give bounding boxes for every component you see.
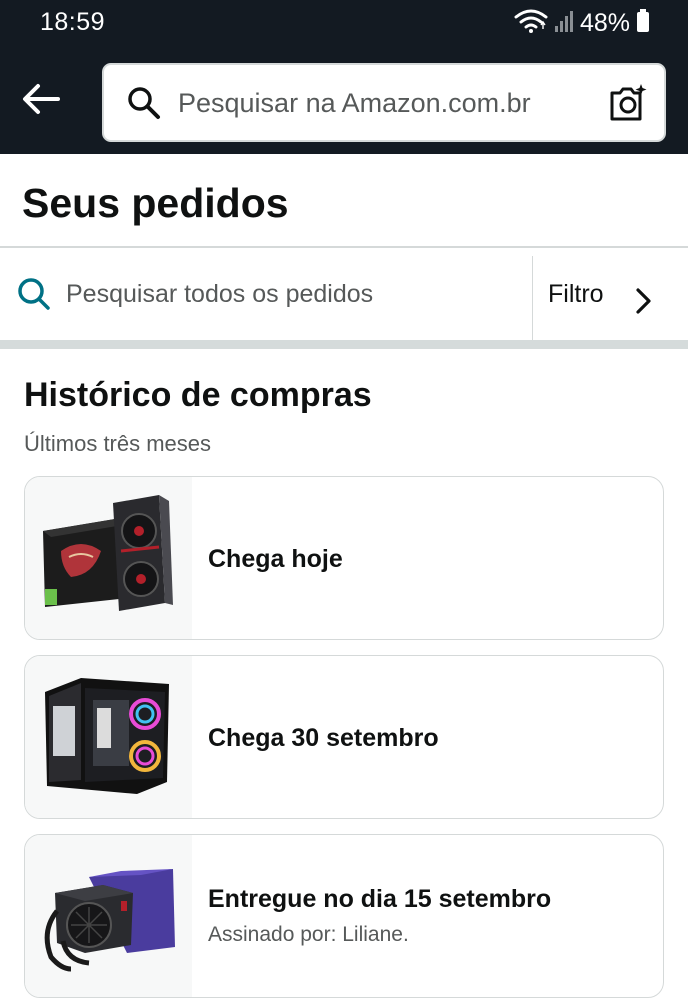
status-bar: 18:59 48% <box>0 0 688 46</box>
order-search-icon <box>18 278 50 310</box>
search-icon <box>128 87 160 119</box>
battery-icon <box>636 8 650 38</box>
order-note: Assinado por: Liliane. <box>208 923 409 946</box>
section-divider <box>0 340 688 349</box>
app-header <box>0 46 688 154</box>
product-thumbnail <box>25 835 192 997</box>
section-title: Histórico de compras <box>24 376 372 414</box>
order-search-row: Filtro <box>0 248 688 340</box>
status-time: 18:59 <box>40 8 106 36</box>
graphics-card-image <box>43 495 173 611</box>
pc-case-image <box>45 678 169 794</box>
amazon-search-bar[interactable] <box>102 63 666 142</box>
order-card[interactable]: Chega hoje <box>24 476 664 640</box>
filter-button[interactable]: Filtro <box>533 248 688 340</box>
section-subtitle: Últimos três meses <box>24 431 212 456</box>
page-title: Seus pedidos <box>22 180 289 226</box>
product-thumbnail <box>25 477 192 639</box>
amazon-search-input[interactable] <box>178 79 588 127</box>
signal-icon <box>554 9 574 38</box>
status-icons: 48% <box>514 8 650 38</box>
order-status: Chega hoje <box>208 545 343 573</box>
filter-label: Filtro <box>548 279 604 308</box>
camera-search-icon[interactable] <box>608 83 648 123</box>
wifi-icon <box>514 8 548 39</box>
order-status: Chega 30 setembro <box>208 724 439 752</box>
chevron-right-icon <box>636 288 651 314</box>
back-arrow-icon <box>23 84 60 114</box>
back-button[interactable] <box>18 76 64 122</box>
order-search-input[interactable] <box>66 270 516 318</box>
order-status: Entregue no dia 15 setembro <box>208 885 552 913</box>
order-card[interactable]: Entregue no dia 15 setembro Assinado por… <box>24 834 664 998</box>
product-thumbnail <box>25 656 192 818</box>
order-card[interactable]: Chega 30 setembro <box>24 655 664 819</box>
battery-percent: 48% <box>579 8 630 37</box>
power-supply-image <box>44 869 175 972</box>
